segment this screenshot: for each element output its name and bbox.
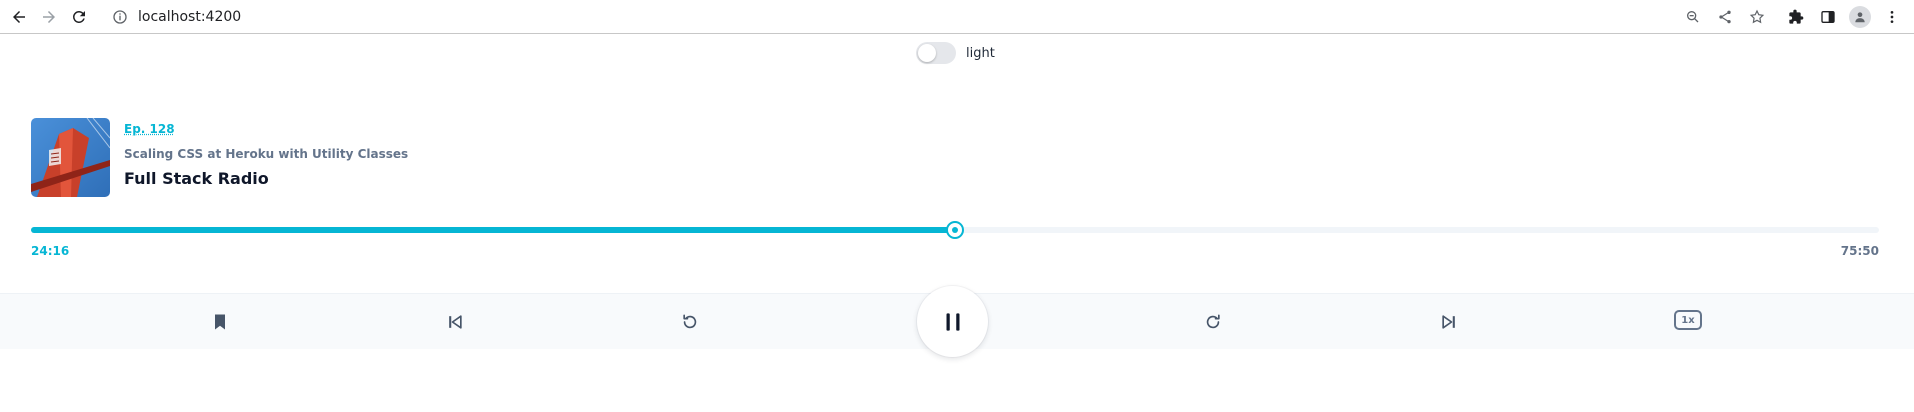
side-panel-icon	[1821, 11, 1835, 23]
pause-icon	[946, 312, 959, 331]
address-bar[interactable]: localhost:4200	[102, 2, 1692, 32]
side-panel-button[interactable]	[1816, 5, 1840, 29]
playback-speed-button[interactable]: 1x	[1674, 310, 1702, 330]
golden-gate-bridge-photo	[31, 118, 110, 197]
reload-icon	[72, 10, 85, 23]
zoom-button[interactable]	[1681, 5, 1705, 29]
browser-toolbar: localhost:4200	[0, 0, 1914, 34]
profile-button[interactable]	[1848, 5, 1872, 29]
arrow-left-icon	[13, 11, 25, 23]
share-icon	[1719, 10, 1731, 24]
progress-fill	[31, 227, 955, 233]
more-vertical-icon	[1890, 11, 1894, 23]
avatar	[1849, 6, 1871, 28]
episode-cover-image	[31, 118, 110, 197]
toggle-knob	[918, 44, 936, 62]
thumb-dot	[952, 227, 958, 233]
url-text: localhost:4200	[138, 9, 242, 25]
total-time: 75:50	[1840, 244, 1879, 258]
theme-toggle-label: light	[966, 45, 995, 61]
forward-skip-button[interactable]	[1201, 310, 1225, 334]
current-time: 24:16	[31, 244, 70, 258]
star-icon	[1749, 9, 1765, 24]
skip-previous-icon	[449, 315, 462, 329]
zoom-out-icon	[1687, 11, 1699, 23]
skip-next-icon	[1442, 315, 1455, 329]
puzzle-icon	[1789, 9, 1804, 24]
next-button[interactable]	[1437, 310, 1461, 334]
play-pause-button[interactable]	[917, 286, 988, 357]
previous-button[interactable]	[443, 310, 467, 334]
show-title: Full Stack Radio	[124, 169, 269, 188]
theme-toggle-row: light	[916, 42, 995, 64]
forward-button[interactable]	[36, 4, 62, 30]
bookmark-icon	[215, 314, 225, 330]
progress-slider[interactable]	[31, 221, 1879, 239]
episode-info: Ep. 128 Scaling CSS at Heroku with Utili…	[124, 122, 408, 188]
back-button[interactable]	[6, 4, 32, 30]
episode-title: Scaling CSS at Heroku with Utility Class…	[124, 147, 409, 161]
progress-thumb[interactable]	[946, 221, 964, 239]
arrow-right-icon	[43, 11, 55, 23]
reload-button[interactable]	[66, 4, 92, 30]
person-icon	[1855, 12, 1865, 23]
theme-toggle[interactable]	[916, 42, 956, 64]
share-button[interactable]	[1713, 5, 1737, 29]
episode-number[interactable]: Ep. 128	[124, 122, 408, 136]
bookmark-star-button[interactable]	[1745, 5, 1769, 29]
extensions-button[interactable]	[1784, 5, 1808, 29]
bookmark-button[interactable]	[208, 310, 232, 334]
info-icon[interactable]	[112, 9, 128, 25]
fast-forward-icon	[1206, 314, 1220, 329]
menu-button[interactable]	[1880, 5, 1904, 29]
rewind-button[interactable]	[678, 310, 702, 334]
rewind-icon	[683, 314, 697, 329]
